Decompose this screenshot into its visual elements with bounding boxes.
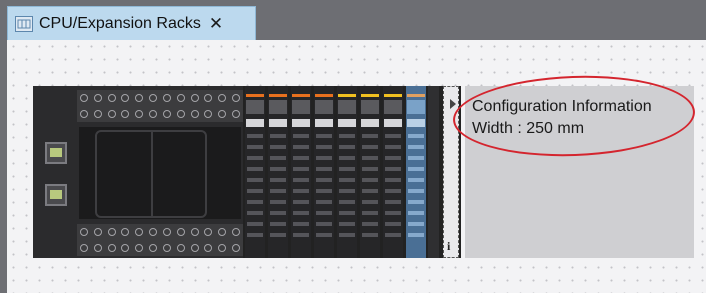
ethernet-port-icon [45, 142, 67, 164]
close-icon[interactable]: ✕ [209, 15, 223, 32]
io-module[interactable] [268, 86, 288, 258]
module-label [246, 119, 264, 127]
module-indicator [315, 94, 333, 97]
io-module[interactable] [360, 86, 380, 258]
io-module[interactable] [245, 86, 265, 258]
module-window [315, 100, 333, 114]
io-module[interactable] [291, 86, 311, 258]
module-terminals [247, 134, 263, 244]
module-indicator [269, 94, 287, 97]
module-window [361, 100, 379, 114]
module-indicator [384, 94, 402, 97]
module-label [292, 119, 310, 127]
module-label [338, 119, 356, 127]
module-window [338, 100, 356, 114]
io-module[interactable] [337, 86, 357, 258]
terminal-row [77, 106, 243, 122]
pointer-arrow-icon [450, 99, 456, 109]
cpu-cover [95, 130, 207, 218]
module-terminals [408, 134, 424, 244]
module-label [269, 119, 287, 127]
terminal-row [77, 90, 243, 106]
cpu-rack[interactable]: i [33, 86, 461, 258]
module-terminals [339, 134, 355, 244]
cpu-unit[interactable] [33, 86, 243, 258]
module-label [361, 119, 379, 127]
terminal-row [77, 224, 243, 240]
module-window [384, 100, 402, 114]
module-window [292, 100, 310, 114]
module-window [407, 100, 425, 114]
terminal-row [77, 240, 243, 256]
module-terminals [270, 134, 286, 244]
module-indicator [246, 94, 264, 97]
module-terminals [385, 134, 401, 244]
module-label [315, 119, 333, 127]
module-window [246, 100, 264, 114]
module-terminals [316, 134, 332, 244]
ethernet-port-icon [45, 184, 67, 206]
module-indicator [407, 94, 425, 97]
module-label [384, 119, 402, 127]
editor-tab-bar: CPU/Expansion Racks ✕ [0, 0, 706, 40]
io-module[interactable] [314, 86, 334, 258]
module-indicator [292, 94, 310, 97]
tab-cpu-expansion-racks[interactable]: CPU/Expansion Racks ✕ [7, 6, 256, 40]
tab-title: CPU/Expansion Racks [39, 14, 201, 32]
module-terminals [293, 134, 309, 244]
rack-diagram-icon [15, 15, 33, 32]
module-terminals [362, 134, 378, 244]
io-module[interactable] [383, 86, 403, 258]
module-label [407, 119, 425, 127]
info-icon: i [447, 239, 451, 253]
io-module[interactable] [406, 86, 426, 258]
module-window [269, 100, 287, 114]
module-indicator [338, 94, 356, 97]
end-cover[interactable] [428, 86, 439, 258]
module-indicator [361, 94, 379, 97]
